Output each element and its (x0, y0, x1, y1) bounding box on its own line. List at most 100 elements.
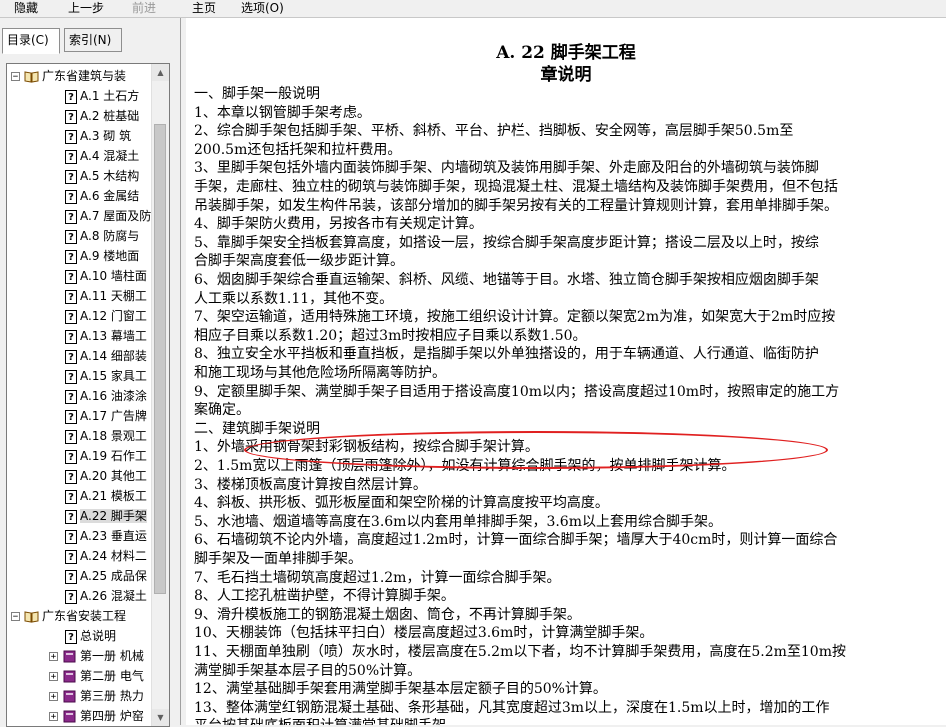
tree-item[interactable]: + 第二册 电气 (49, 666, 144, 686)
text-line: 200.5m还包括托架和拉杆费用。 (194, 141, 402, 158)
tree-item[interactable]: ? A.8 防腐与 (65, 226, 139, 246)
tree-item[interactable]: − 广东省安装工程 (11, 606, 126, 626)
tree-item[interactable]: ? A.2 桩基础 (65, 106, 139, 126)
text-line: 8、独立安全水平挡板和垂直挡板，是指脚手架以外单独搭设的，用于车辆通道、人行通道… (194, 346, 819, 363)
tree-item[interactable]: ? A.23 垂直运 (65, 526, 147, 546)
help-page-icon: ? (65, 389, 77, 404)
forward-button[interactable]: 前进 (132, 1, 156, 16)
help-page-icon: ? (65, 509, 77, 524)
tree-item[interactable]: + 第四册 炉窑 (49, 706, 144, 726)
tree-item-label: A.5 木结构 (80, 169, 140, 183)
text-line: 4、斜板、拱形板、弧形板屋面和架空阶梯的计算高度按平均高度。 (194, 495, 609, 512)
closed-book-icon (63, 650, 76, 663)
tree-item-label: A.12 门窗工 (80, 309, 147, 323)
tree-item-label: A.4 混凝土 (80, 149, 140, 163)
tree-item[interactable]: ? A.1 土石方 (65, 86, 139, 106)
text-line: 6、石墙砌筑不论内外墙，高度超过1.2m时，计算一面综合脚手架；墙厚大于40cm… (194, 532, 838, 549)
tree-item[interactable]: ? A.3 砌 筑 (65, 126, 131, 146)
help-page-icon: ? (65, 589, 77, 604)
tree-item[interactable]: ? A.11 天棚工 (65, 286, 147, 306)
tree-item[interactable]: ? 总说明 (65, 626, 116, 646)
help-page-icon: ? (65, 189, 77, 204)
tree-item[interactable]: ? A.13 幕墙工 (65, 326, 147, 346)
text-line: 人工乘以系数1.11，其他不变。 (194, 290, 394, 307)
tree-item-label: 第四册 炉窑 (80, 709, 144, 723)
tree-item[interactable]: − 广东省建筑与装 (11, 66, 126, 86)
tree-item[interactable]: ? A.20 其他工 (65, 466, 147, 486)
help-page-icon: ? (65, 569, 77, 584)
tree-item[interactable]: ? A.19 石作工 (65, 446, 147, 466)
tree-item[interactable]: ? A.26 混凝土 (65, 586, 147, 606)
text-line: 满堂脚手架基本层子目的50%计算。 (194, 662, 422, 679)
tree-item-label: A.21 模板工 (80, 489, 147, 503)
tree-item[interactable]: + 第三册 热力 (49, 686, 144, 706)
text-line: 5、水池墙、烟道墙等高度在3.6m以内套用单排脚手架，3.6m以上套用综合脚手架… (194, 513, 722, 530)
expand-icon[interactable]: + (49, 652, 58, 662)
tree-item[interactable]: ? A.5 木结构 (65, 166, 139, 186)
expand-icon[interactable]: + (49, 712, 58, 722)
tree-item-label: 第三册 热力 (80, 689, 144, 703)
tab-contents[interactable]: 目录(C) (2, 28, 60, 54)
text-line: 手架，走廊柱、独立柱的砌筑与装饰脚手架，现捣混凝土柱、混凝土墙结构及装饰脚手架费… (194, 179, 838, 195)
help-page-icon: ? (65, 369, 77, 384)
help-page-icon: ? (65, 149, 77, 164)
tab-index[interactable]: 索引(N) (64, 28, 122, 52)
text-line: 吊装脚手架，如发生构件吊装，该部分增加的脚手架另按有关的工程量计算规则计算，套用… (194, 197, 838, 214)
back-button[interactable]: 上一步 (68, 1, 104, 16)
tree-item[interactable]: ? A.10 墙柱面 (65, 266, 147, 286)
tree-item[interactable]: ? A.9 楼地面 (65, 246, 139, 266)
text-line: 9、定额里脚手架、满堂脚手架子目适用于搭设高度10m以内；搭设高度超过10m时，… (194, 383, 840, 400)
tree-item-label: 第二册 电气 (80, 669, 144, 683)
text-line: 7、毛石挡土墙砌筑高度超过1.2m，计算一面综合脚手架。 (194, 569, 561, 586)
tree-scrollbar[interactable]: ▲ ▼ (151, 64, 169, 726)
red-circle-annotation (244, 431, 828, 469)
tree-item[interactable]: + 第一册 机械 (49, 646, 144, 666)
scroll-down-icon[interactable]: ▼ (152, 709, 169, 726)
text-line: 二、建筑脚手架说明 (194, 420, 320, 437)
tree-item[interactable]: ? A.22 脚手架 (65, 506, 147, 526)
options-menu[interactable]: 选项(O) (241, 1, 284, 16)
tree-item[interactable]: ? A.24 材料二 (65, 546, 147, 566)
tree-item[interactable]: ? A.6 金属结 (65, 186, 139, 206)
closed-book-icon (63, 710, 76, 723)
tree-item[interactable]: ? A.18 景观工 (65, 426, 147, 446)
tree-item-label: 第一册 机械 (80, 649, 144, 663)
home-button[interactable]: 主页 (192, 1, 216, 16)
tree-item-label: A.10 墙柱面 (80, 269, 147, 283)
tree-item[interactable]: ? A.12 门窗工 (65, 306, 147, 326)
help-page-icon: ? (65, 469, 77, 484)
collapse-icon[interactable]: − (11, 612, 20, 622)
help-page-icon: ? (65, 549, 77, 564)
text-line: 2、综合脚手架包括脚手架、平桥、斜桥、平台、护栏、挡脚板、安全网等，高层脚手架5… (194, 123, 794, 140)
tree-item[interactable]: ? A.16 油漆涂 (65, 386, 147, 406)
tree-item-label: A.3 砌 筑 (80, 129, 132, 143)
tree-item[interactable]: ? A.14 细部装 (65, 346, 147, 366)
help-page-icon: ? (65, 309, 77, 324)
tree-item[interactable]: ? A.17 广告牌 (65, 406, 147, 426)
tree-item[interactable]: ? A.21 模板工 (65, 486, 147, 506)
tree-item-label: A.20 其他工 (80, 469, 147, 483)
tree-item[interactable]: ? A.25 成品保 (65, 566, 147, 586)
text-line: 7、架空运输道，适用特殊施工环境，按施工组织设计计算。定额以架宽2m为准，如架宽… (194, 309, 836, 326)
tree-item-label: A.6 金属结 (80, 189, 140, 203)
tree-item[interactable]: ? A.15 家具工 (65, 366, 147, 386)
scroll-up-icon[interactable]: ▲ (152, 64, 169, 81)
tree-item[interactable]: ? A.7 屋面及防 (65, 206, 151, 226)
tree-item-label: A.11 天棚工 (80, 289, 147, 303)
closed-book-icon (63, 690, 76, 703)
help-page-icon: ? (65, 289, 77, 304)
tree-item-label: A.18 景观工 (80, 429, 147, 443)
tree-item-label: A.23 垂直运 (80, 529, 147, 543)
collapse-icon[interactable]: − (11, 72, 20, 82)
text-line: 4、脚手架防火费用，另按各市有关规定计算。 (194, 216, 483, 233)
hide-button[interactable]: 隐藏 (14, 1, 38, 16)
text-line: 案确定。 (194, 402, 250, 419)
scroll-thumb[interactable] (154, 124, 166, 594)
help-page-icon: ? (65, 529, 77, 544)
tree-item-label: A.24 材料二 (80, 549, 147, 563)
expand-icon[interactable]: + (49, 672, 58, 682)
tree-item[interactable]: ? A.4 混凝土 (65, 146, 139, 166)
expand-icon[interactable]: + (49, 692, 58, 702)
text-line: 相应子目乘以系数1.20；超过3m时按相应子目乘以系数1.50。 (194, 327, 587, 344)
text-line: 和施工现场与其他危险场所隔离等防护。 (194, 365, 446, 381)
